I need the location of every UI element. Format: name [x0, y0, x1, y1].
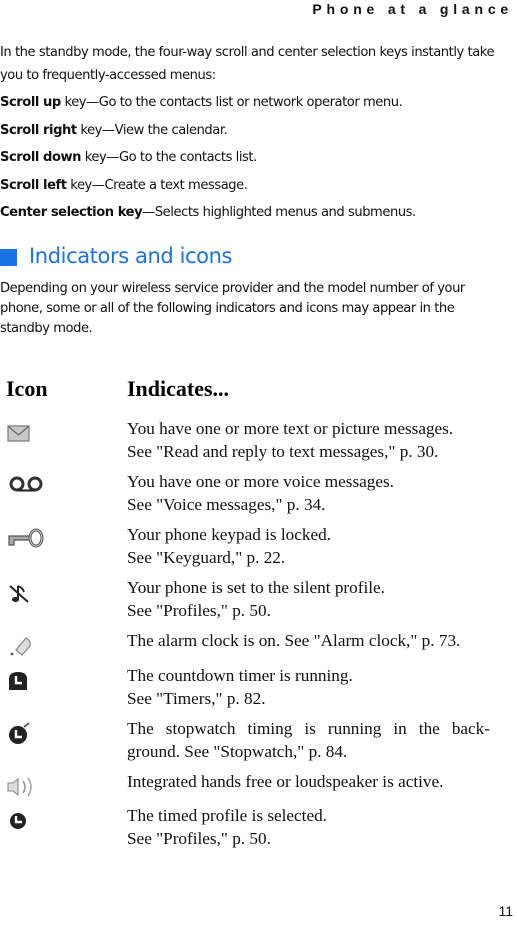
- indicator-description: The alarm clock is on. See "Alarm clock,…: [127, 629, 490, 652]
- description-line: See "Profiles," p. 50.: [127, 829, 271, 848]
- key-name: Scroll left: [0, 177, 67, 193]
- key-item-scroll-right: Scroll right key—View the calendar.: [0, 117, 517, 145]
- stopwatch-icon: [9, 722, 30, 744]
- key-description: key—View the calendar.: [76, 122, 228, 138]
- indicator-description: Your phone is set to the silent profile.…: [127, 576, 490, 622]
- silent-icon: [9, 585, 29, 603]
- section-description: Depending on your wireless service provi…: [0, 281, 465, 336]
- intro-paragraph: In the standby mode, the four-way scroll…: [0, 45, 495, 83]
- envelope-icon: [7, 425, 30, 442]
- key-name: Scroll down: [0, 150, 82, 165]
- description-line: You have one or more voice messages.: [127, 472, 394, 491]
- key-description: —Selects highlighted menus and submenus.: [142, 205, 416, 220]
- description-line: The alarm clock is on. See "Alarm clock,…: [127, 631, 461, 650]
- key-description: key—Go to the contacts list.: [81, 150, 258, 165]
- scroll-key-list: Scroll up key—Go to the contacts list or…: [0, 89, 517, 227]
- key-name: Scroll up: [0, 95, 61, 110]
- description-line: Your phone keypad is locked.: [127, 525, 331, 544]
- key-item-scroll-up: Scroll up key—Go to the contacts list or…: [0, 89, 517, 117]
- voicemail-icon: [9, 476, 43, 492]
- description-line: Integrated hands free or loudspeaker is …: [127, 772, 444, 791]
- key-item-center-selection: Center selection key—Selects highlighted…: [0, 199, 517, 227]
- indicator-description: You have one or more text or picture mes…: [127, 417, 490, 463]
- indicator-description: Your phone keypad is locked. See "Keygua…: [127, 523, 490, 569]
- description-line: The timed profile is selected.: [127, 806, 327, 825]
- description-line: See "Profiles," p. 50.: [127, 601, 271, 620]
- description-line: Your phone is set to the silent profile.: [127, 578, 385, 597]
- key-description: key—Create a text message.: [66, 177, 248, 193]
- key-name: Center selection key: [0, 205, 143, 220]
- key-icon: [8, 528, 44, 548]
- indicator-description: You have one or more voice messages. See…: [127, 470, 490, 516]
- heading-square-bullet-icon: [0, 248, 17, 266]
- key-item-scroll-down: Scroll down key—Go to the contacts list.: [0, 144, 517, 172]
- running-header: Phone at a glance: [312, 1, 513, 17]
- key-description: key—Go to the contacts list or network o…: [60, 95, 403, 110]
- section-title: Indicators and icons: [29, 244, 233, 268]
- indicator-description: The stopwatch timing is running in the b…: [127, 717, 490, 763]
- description-line: The countdown timer is running.: [127, 666, 353, 685]
- description-line: The stopwatch timing is running in the b…: [127, 719, 490, 738]
- alarm-bell-icon: [10, 637, 31, 656]
- timed-profile-icon: [10, 813, 26, 829]
- page-number: 11: [498, 903, 513, 919]
- column-header-indicates: Indicates...: [127, 376, 230, 401]
- loudspeaker-icon: [7, 777, 32, 797]
- description-line: You have one or more text or picture mes…: [127, 419, 454, 438]
- column-header-icon: Icon: [6, 376, 48, 401]
- description-line: See "Voice messages," p. 34.: [127, 495, 326, 514]
- key-name: Scroll right: [0, 122, 77, 138]
- countdown-timer-icon: [9, 672, 27, 690]
- description-line: See "Read and reply to text messages," p…: [127, 442, 439, 461]
- description-line: ground. See "Stopwatch," p. 84.: [127, 742, 348, 761]
- indicator-description: The timed profile is selected. See "Prof…: [127, 804, 490, 850]
- key-item-scroll-left: Scroll left key—Create a text message.: [0, 172, 517, 200]
- indicator-description: Integrated hands free or loudspeaker is …: [127, 770, 490, 793]
- description-line: See "Keyguard," p. 22.: [127, 548, 286, 567]
- section-heading: Indicators and icons: [0, 244, 232, 268]
- description-line: See "Timers," p. 82.: [127, 689, 266, 708]
- indicator-description: The countdown timer is running. See "Tim…: [127, 664, 490, 710]
